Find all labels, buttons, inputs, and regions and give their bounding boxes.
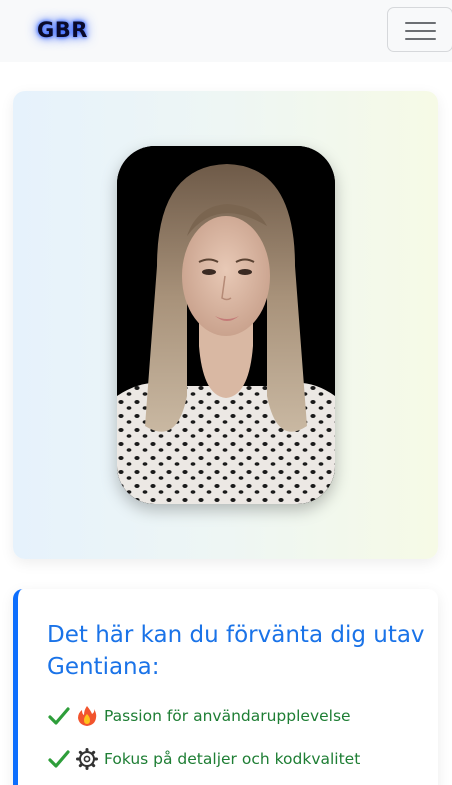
portrait-photo <box>117 146 335 504</box>
list-item: Fokus på detaljer och kodkvalitet <box>48 747 360 771</box>
menu-toggle-button[interactable] <box>387 7 452 52</box>
list-item-label: Fokus på detaljer och kodkvalitet <box>104 750 361 768</box>
expectations-title: Det här kan du förvänta dig utav Gentian… <box>47 622 425 680</box>
list-item: Passion för användarupplevelse <box>48 704 351 728</box>
hamburger-menu-icon-bar <box>405 38 436 40</box>
hamburger-menu-icon <box>405 22 436 24</box>
check-icon <box>48 707 70 725</box>
gear-icon <box>76 748 98 770</box>
list-item-label: Passion för användarupplevelse <box>104 707 351 725</box>
navbar: GBR <box>0 0 452 62</box>
check-icon <box>48 750 70 768</box>
fire-icon <box>78 706 97 726</box>
brand-logo[interactable]: GBR <box>37 18 88 42</box>
hamburger-menu-icon-bar <box>405 30 436 32</box>
